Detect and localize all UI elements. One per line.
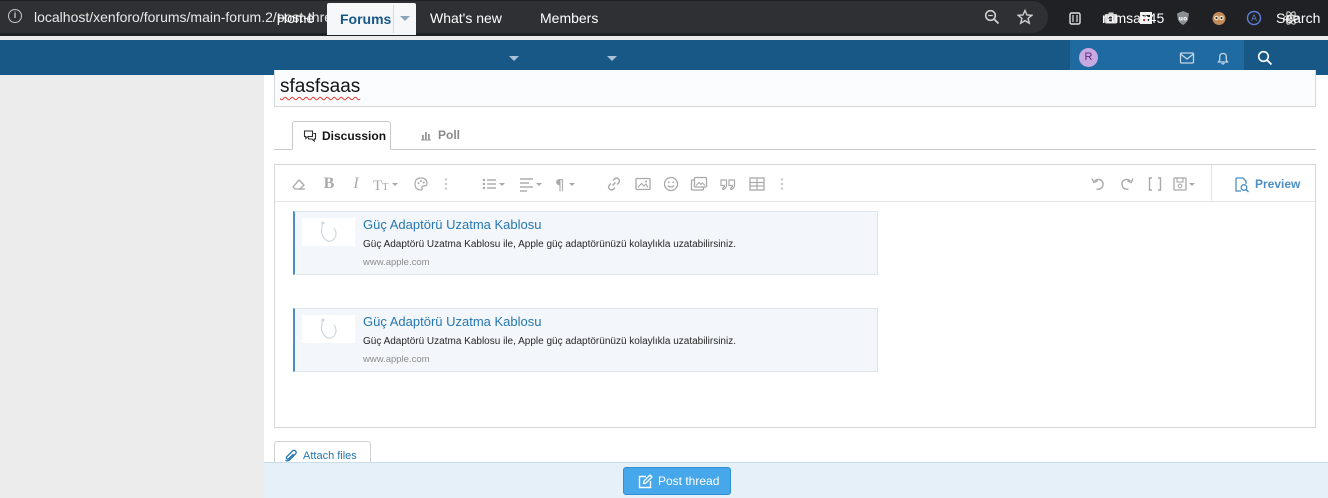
tab-discussion-label: Discussion (322, 129, 387, 143)
palette-icon[interactable] (412, 175, 430, 193)
image-icon[interactable] (634, 175, 652, 193)
chat-bubbles-icon (303, 129, 317, 143)
preview-button[interactable]: Preview (1255, 176, 1300, 192)
mail-icon[interactable] (1179, 50, 1195, 66)
embed-thumbnail (302, 218, 355, 246)
nav-username[interactable]: ramsan45 (1102, 0, 1164, 35)
table-icon[interactable] (748, 175, 766, 193)
link-embed-card[interactable]: Güç Adaptörü Uzatma Kablosu Güç Adaptörü… (293, 211, 878, 275)
toolbar-divider (1211, 165, 1212, 202)
eraser-icon[interactable] (290, 175, 308, 193)
bbcode-icon[interactable] (1146, 175, 1164, 193)
svg-text:T: T (382, 181, 389, 193)
embed-title[interactable]: Güç Adaptörü Uzatma Kablosu (363, 314, 542, 329)
attach-files-button[interactable]: Attach files (274, 441, 371, 463)
nav-forums[interactable]: Forums (340, 3, 391, 35)
tab-discussion[interactable]: Discussion (292, 121, 391, 150)
nav-home[interactable]: Home (277, 0, 314, 35)
tab-poll-label: Poll (438, 128, 461, 142)
chevron-down-icon (400, 16, 410, 21)
post-thread-button[interactable]: Post thread (623, 467, 731, 495)
more-icon[interactable] (773, 175, 791, 193)
quote-icon[interactable] (719, 175, 737, 193)
info-icon[interactable]: i (8, 9, 22, 23)
svg-text:uo: uo (1179, 16, 1187, 23)
embed-description: Güç Adaptörü Uzatma Kablosu ile, Apple g… (363, 336, 736, 347)
search-icon[interactable] (1257, 50, 1273, 66)
redo-icon[interactable] (1118, 175, 1136, 193)
link-embed-card[interactable]: Güç Adaptörü Uzatma Kablosu Güç Adaptörü… (293, 308, 878, 372)
embed-description: Güç Adaptörü Uzatma Kablosu ile, Apple g… (363, 239, 736, 250)
bell-icon[interactable] (1215, 50, 1231, 66)
thread-title-value[interactable]: sfasfsaas (280, 76, 360, 98)
bold-icon[interactable]: B (320, 175, 338, 193)
ublock-icon[interactable]: uo (1175, 10, 1191, 26)
avatar[interactable]: R (1079, 48, 1098, 67)
drafts-icon[interactable] (1172, 175, 1200, 193)
zoom-icon[interactable] (984, 9, 1000, 25)
svg-text:¶: ¶ (555, 176, 565, 193)
nav-members[interactable]: Members (540, 0, 598, 35)
paperclip-icon (284, 449, 297, 463)
embed-domain: www.apple.com (363, 257, 430, 268)
message-editor[interactable] (274, 164, 1316, 428)
italic-icon[interactable]: I (347, 175, 365, 193)
chevron-down-icon[interactable] (509, 56, 519, 61)
form-submit-row (264, 462, 1328, 498)
preview-icon[interactable] (1233, 176, 1250, 193)
post-thread-label: Post thread (658, 474, 720, 488)
svg-text:A: A (1251, 14, 1257, 24)
embed-domain: www.apple.com (363, 354, 430, 365)
chevron-down-icon[interactable] (607, 56, 617, 61)
tab-poll[interactable]: Poll (420, 121, 460, 150)
circle-a-icon[interactable]: A (1246, 10, 1262, 26)
paragraph-icon[interactable]: ¶ (554, 175, 580, 193)
undo-icon[interactable] (1089, 175, 1107, 193)
embed-thumbnail (302, 315, 355, 343)
bar-chart-icon (420, 129, 432, 141)
align-icon[interactable] (518, 175, 544, 193)
nav-forums-dropdown[interactable] (393, 5, 416, 33)
nav-search[interactable]: Search (1276, 0, 1320, 35)
smilie-icon[interactable] (662, 175, 680, 193)
thread-title-input[interactable] (274, 70, 1316, 107)
link-icon[interactable] (605, 175, 623, 193)
media-icon[interactable] (690, 175, 708, 193)
embed-title[interactable]: Güç Adaptörü Uzatma Kablosu (363, 217, 542, 232)
svg-text:T: T (373, 178, 382, 193)
extension-jar-icon[interactable] (1067, 10, 1083, 26)
list-icon[interactable] (481, 175, 507, 193)
nav-whats-new[interactable]: What's new (430, 0, 502, 35)
attach-files-label: Attach files (303, 450, 357, 462)
more-icon[interactable] (437, 175, 455, 193)
edit-icon (637, 474, 653, 490)
owl-icon[interactable] (1211, 10, 1227, 26)
text-size-icon[interactable]: TT (372, 175, 400, 193)
bookmark-star-icon[interactable] (1017, 9, 1033, 25)
